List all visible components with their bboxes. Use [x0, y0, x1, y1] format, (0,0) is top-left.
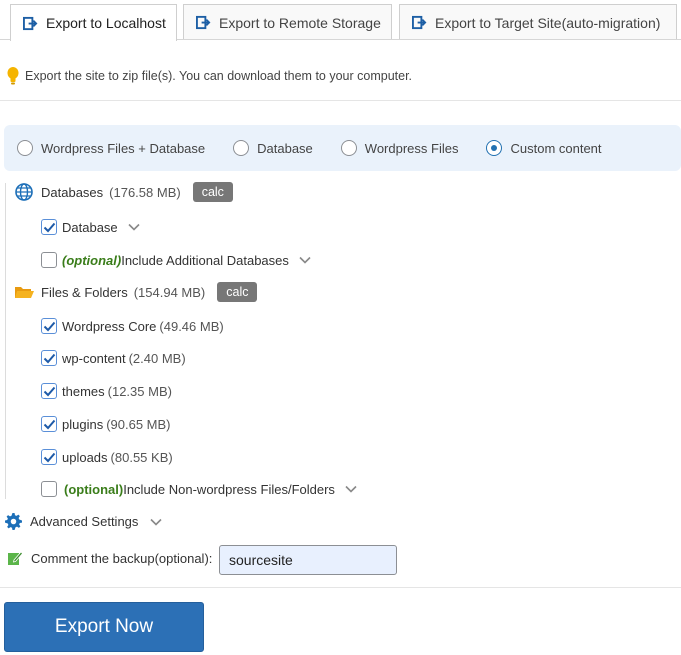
comment-label-text: Comment the backup [31, 550, 155, 566]
comment-label: Comment the backup(optional): [31, 551, 212, 566]
export-icon [23, 16, 38, 30]
wp-content-checkbox[interactable] [41, 350, 57, 366]
wordpress-core-label: Wordpress Core [62, 318, 157, 334]
wp-content-option: wp-content (2.40 MB) [41, 350, 186, 366]
radio-button[interactable] [17, 140, 33, 156]
tab-export-remote-storage[interactable]: Export to Remote Storage [183, 4, 392, 40]
checkmark-icon [43, 321, 55, 331]
uploads-label: uploads [62, 449, 108, 465]
files-calc-button[interactable]: calc [217, 282, 258, 302]
tab-export-target-site[interactable]: Export to Target Site(auto-migration) [399, 4, 677, 40]
advanced-settings-label: Advanced Settings [30, 514, 139, 529]
chevron-down-icon[interactable] [128, 223, 140, 231]
optional-tag: (optional) [64, 481, 124, 497]
info-text: Export the site to zip file(s). You can … [25, 69, 413, 83]
radio-label: Wordpress Files [364, 140, 459, 156]
gear-icon [5, 513, 22, 530]
database-label: Database [62, 219, 118, 235]
uploads-size: (80.55 KB) [110, 449, 173, 465]
export-icon [412, 15, 427, 30]
tree-guide-line [5, 183, 6, 499]
plugins-option: plugins (90.65 MB) [41, 416, 171, 432]
wordpress-core-checkbox[interactable] [41, 318, 57, 334]
non-wordpress-files-option: (optional)Include Non-wordpress Files/Fo… [41, 481, 357, 497]
chevron-down-icon[interactable] [299, 256, 311, 264]
radio-button[interactable] [340, 140, 357, 156]
databases-section-header: Databases (176.58 MB) calc [14, 182, 233, 202]
uploads-checkbox[interactable] [41, 449, 57, 465]
non-wordpress-files-text: Include Non-wordpress Files/Folders [123, 481, 335, 497]
databases-calc-button[interactable]: calc [192, 182, 233, 202]
export-icon [196, 15, 211, 30]
lightbulb-icon [7, 67, 19, 85]
plugins-size: (90.65 MB) [106, 416, 171, 432]
database-checkbox[interactable] [41, 219, 57, 235]
folder-icon [15, 287, 34, 298]
plugins-checkbox[interactable] [41, 416, 57, 432]
additional-databases-text: Include Additional Databases [121, 252, 289, 268]
tab-label: Export to Remote Storage [219, 14, 381, 31]
tab-export-localhost[interactable]: Export to Localhost [10, 4, 177, 41]
non-wordpress-files-checkbox[interactable] [41, 481, 57, 497]
advanced-settings-toggle[interactable]: Advanced Settings [5, 513, 162, 530]
divider [0, 100, 681, 101]
radio-database[interactable]: Database [233, 140, 313, 156]
chevron-down-icon[interactable] [345, 485, 357, 493]
comment-input[interactable] [219, 545, 397, 575]
radio-custom-content[interactable]: Custom content [486, 140, 602, 156]
plugins-label: plugins [62, 416, 104, 432]
backup-type-radio-group: Wordpress Files + Database Database Word… [4, 125, 681, 171]
tab-bar: Export to Localhost Export to Remote Sto… [0, 0, 681, 41]
additional-databases-label: (optional)Include Additional Databases [62, 253, 289, 268]
non-wordpress-files-label: (optional)Include Non-wordpress Files/Fo… [64, 482, 335, 497]
wp-content-size: (2.40 MB) [128, 350, 186, 366]
radio-label: Wordpress Files + Database [41, 140, 206, 156]
radio-button[interactable] [486, 140, 503, 156]
info-message: Export the site to zip file(s). You can … [7, 67, 412, 85]
radio-wordpress-files-database[interactable]: Wordpress Files + Database [17, 140, 205, 156]
optional-tag: (optional) [62, 252, 122, 268]
tab-label: Export to Localhost [46, 15, 166, 31]
checkmark-icon [43, 353, 55, 363]
databases-title: Databases [41, 184, 104, 200]
databases-size: (176.58 MB) [109, 184, 181, 200]
wordpress-core-size: (49.46 MB) [159, 318, 224, 334]
comment-optional-text: (optional): [154, 550, 213, 566]
additional-databases-checkbox[interactable] [41, 252, 57, 268]
files-size: (154.94 MB) [133, 284, 206, 300]
checkmark-icon [43, 386, 55, 396]
radio-wordpress-files[interactable]: Wordpress Files [340, 140, 459, 156]
uploads-option: uploads (80.55 KB) [41, 449, 173, 465]
globe-icon [15, 183, 33, 201]
themes-size: (12.35 MB) [107, 383, 172, 399]
checkmark-icon [43, 452, 55, 462]
checkmark-icon [43, 419, 55, 429]
radio-label: Database [257, 140, 313, 156]
radio-label: Custom content [510, 140, 602, 156]
wp-content-label: wp-content [62, 350, 126, 366]
checkmark-icon [43, 222, 55, 232]
themes-checkbox[interactable] [41, 383, 57, 399]
files-title: Files & Folders [41, 284, 128, 300]
chevron-down-icon[interactable] [150, 518, 162, 526]
wordpress-core-option: Wordpress Core (49.46 MB) [41, 318, 224, 334]
database-option: Database [41, 219, 140, 235]
files-section-header: Files & Folders (154.94 MB) calc [14, 282, 258, 302]
export-now-button[interactable]: Export Now [4, 602, 204, 652]
themes-label: themes [62, 383, 105, 399]
edit-icon [8, 551, 23, 565]
tab-label: Export to Target Site(auto-migration) [435, 14, 661, 31]
additional-databases-option: (optional)Include Additional Databases [41, 252, 311, 268]
divider [0, 587, 681, 588]
comment-backup-row: Comment the backup(optional): [7, 550, 212, 566]
radio-button[interactable] [233, 140, 250, 156]
themes-option: themes (12.35 MB) [41, 383, 172, 399]
